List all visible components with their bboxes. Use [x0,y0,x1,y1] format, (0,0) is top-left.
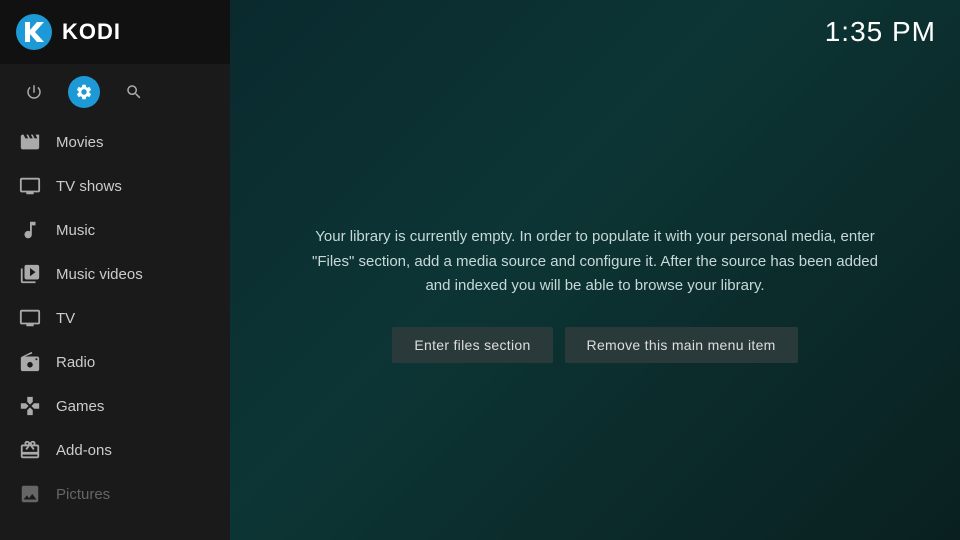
sidebar-item-label: Pictures [56,486,110,503]
addons-icon [18,438,42,462]
sidebar-item-label: Add-ons [56,442,112,459]
sidebar-icon-bar [0,64,230,120]
clock-display: 1:35 PM [825,16,936,48]
settings-icon [75,83,93,101]
search-button[interactable] [118,76,150,108]
sidebar-item-label: TV [56,310,75,327]
sidebar-item-radio[interactable]: Radio [0,340,230,384]
library-empty-message: Your library is currently empty. In orde… [310,225,880,299]
sidebar-item-label: Games [56,398,104,415]
settings-button[interactable] [68,76,100,108]
sidebar-item-label: Radio [56,354,95,371]
sidebar-item-label: Movies [56,134,104,151]
main-content: 1:35 PM Your library is currently empty.… [230,0,960,540]
kodi-logo-icon [16,14,52,50]
pictures-icon [18,482,42,506]
sidebar-item-music[interactable]: Music [0,208,230,252]
sidebar-header: KODI [0,0,230,64]
sidebar-item-label: TV shows [56,178,122,195]
sidebar: KODI Movies [0,0,230,540]
radio-icon [18,350,42,374]
sidebar-item-addons[interactable]: Add-ons [0,428,230,472]
content-area: Your library is currently empty. In orde… [230,48,960,540]
sidebar-item-musicvideos[interactable]: Music videos [0,252,230,296]
power-icon [25,83,43,101]
top-bar: 1:35 PM [230,0,960,48]
tvshows-icon [18,174,42,198]
remove-menu-item-button[interactable]: Remove this main menu item [565,327,798,363]
movies-icon [18,130,42,154]
sidebar-item-label: Music videos [56,266,143,283]
games-icon [18,394,42,418]
nav-menu: Movies TV shows Music Music videos [0,120,230,540]
enter-files-button[interactable]: Enter files section [392,327,552,363]
musicvideos-icon [18,262,42,286]
tv-icon [18,306,42,330]
action-buttons: Enter files section Remove this main men… [392,327,797,363]
sidebar-item-pictures[interactable]: Pictures [0,472,230,516]
sidebar-item-tv[interactable]: TV [0,296,230,340]
sidebar-item-tvshows[interactable]: TV shows [0,164,230,208]
music-icon [18,218,42,242]
sidebar-item-label: Music [56,222,95,239]
app-title: KODI [62,19,121,45]
search-icon [125,83,143,101]
sidebar-item-movies[interactable]: Movies [0,120,230,164]
power-button[interactable] [18,76,50,108]
sidebar-item-games[interactable]: Games [0,384,230,428]
